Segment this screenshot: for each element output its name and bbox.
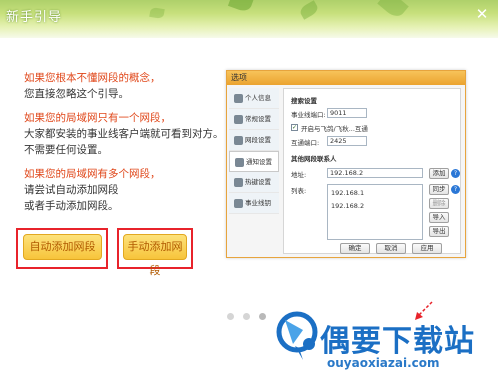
keyboard-icon <box>234 177 243 187</box>
leaf-decoration <box>149 6 165 20</box>
sidebar-item-network[interactable]: 网段设置 <box>229 130 279 151</box>
guide-line: 请尝试自动添加网段 <box>24 184 119 196</box>
auto-add-segment-button[interactable]: 自动添加网段 <box>23 234 102 260</box>
sidebar-item-hotkey[interactable]: 热键设置 <box>229 172 279 193</box>
sync-button[interactable]: 同步 <box>429 184 449 195</box>
guide-line: 如果您的局域网有多个网段， <box>24 168 161 180</box>
speaker-icon <box>235 157 244 167</box>
address-label: 地址: <box>291 171 307 179</box>
page-dot[interactable] <box>227 313 234 320</box>
help-icon[interactable]: ? <box>451 169 460 178</box>
add-button[interactable]: 添加 <box>429 168 449 179</box>
sidebar-item-label: 热键设置 <box>245 178 271 186</box>
sidebar-item-label: 常规设置 <box>245 115 271 123</box>
manual-add-segment-button[interactable]: 手动添加网段 <box>123 234 187 277</box>
leaf-decoration <box>377 0 409 21</box>
dialog-body: 个人信息 常规设置 网段设置 通知设置 热键设置 事业线钥 搜索设置 事业线端口… <box>227 85 465 257</box>
guide-line: 不需要任何设置。 <box>24 144 108 156</box>
section-title: 其他网段联系人 <box>291 155 337 163</box>
list-item[interactable]: 192.168.2 <box>331 202 364 210</box>
watermark-url: ouyaoxiazai.com <box>327 356 440 370</box>
dialog-title: 选项 <box>227 71 465 85</box>
guide-line: 或者手动添加网段。 <box>24 200 119 212</box>
sidebar-item-general[interactable]: 常规设置 <box>229 109 279 130</box>
page-dot-active[interactable] <box>259 313 266 320</box>
close-icon[interactable]: ✕ <box>472 5 492 23</box>
checkbox-label: 开启与飞鸽/飞秋...互通 <box>301 125 368 133</box>
options-dialog: 选项 个人信息 常规设置 网段设置 通知设置 热键设置 事业线钥 搜索设置 事业… <box>226 70 466 258</box>
page-dot[interactable] <box>243 313 250 320</box>
address-input[interactable]: 192.168.2 <box>327 168 423 178</box>
dialog-panel: 搜索设置 事业线端口: 9011 ✓ 开启与飞鸽/飞秋...互通 互通端口: 2… <box>283 88 461 254</box>
sidebar-item-key[interactable]: 事业线钥 <box>229 193 279 214</box>
segment-list[interactable]: 192.168.1 192.168.2 <box>327 184 423 240</box>
ok-button[interactable]: 确定 <box>340 243 370 254</box>
export-button[interactable]: 导出 <box>429 226 449 237</box>
sidebar-item-profile[interactable]: 个人信息 <box>229 88 279 109</box>
guide-line: 大家都安装的事业线客户端就可看到对方。 <box>24 128 224 140</box>
help-icon[interactable]: ? <box>451 185 460 194</box>
site-logo-icon <box>276 311 318 360</box>
window-titlebar: 新手引导 ✕ <box>0 0 498 38</box>
sidebar-item-label: 网段设置 <box>245 136 271 144</box>
delete-button[interactable]: 删除 <box>429 198 449 209</box>
sidebar-item-label: 个人信息 <box>245 94 271 102</box>
profile-icon <box>234 93 243 103</box>
leaf-decoration <box>298 0 320 20</box>
apply-button[interactable]: 应用 <box>412 243 442 254</box>
key-icon <box>234 198 243 208</box>
section-title: 搜索设置 <box>291 97 317 105</box>
sidebar-item-label: 事业线钥 <box>245 199 271 207</box>
port-input[interactable]: 9011 <box>327 108 367 118</box>
list-label: 列表: <box>291 187 307 195</box>
interop-port-input[interactable]: 2425 <box>327 136 367 146</box>
globe-icon <box>234 135 243 145</box>
dialog-sidebar: 个人信息 常规设置 网段设置 通知设置 热键设置 事业线钥 <box>229 88 279 254</box>
port-label: 事业线端口: <box>291 111 326 119</box>
import-button[interactable]: 导入 <box>429 212 449 223</box>
window-title: 新手引导 <box>6 10 63 25</box>
sidebar-item-label: 通知设置 <box>246 158 272 166</box>
guide-line: 如果您的局域网只有一个网段， <box>24 112 171 124</box>
sidebar-item-notification[interactable]: 通知设置 <box>229 151 279 172</box>
leaf-decoration <box>227 0 255 14</box>
cancel-button[interactable]: 取消 <box>376 243 406 254</box>
gear-icon <box>234 114 243 124</box>
interop-port-label: 互通端口: <box>291 139 320 147</box>
watermark-name: 偶要下载站 <box>320 324 475 359</box>
interop-checkbox[interactable]: ✓ <box>291 124 298 131</box>
guide-line: 您直接忽略这个引导。 <box>24 88 129 100</box>
guide-line: 如果您根本不懂网段的概念， <box>24 72 161 84</box>
list-item[interactable]: 192.168.1 <box>331 189 364 197</box>
